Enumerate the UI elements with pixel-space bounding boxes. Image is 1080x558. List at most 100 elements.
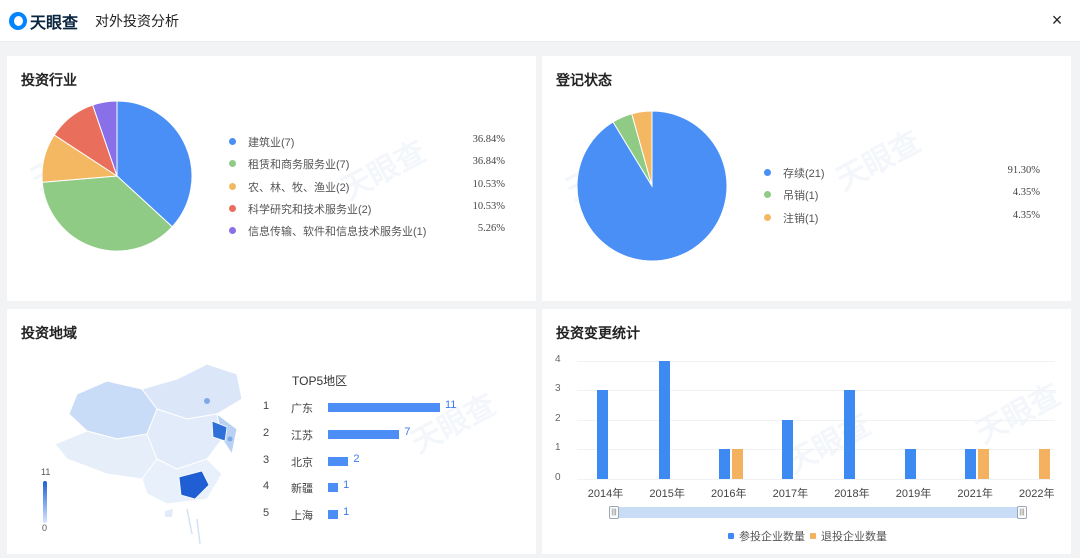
rank-bar <box>328 510 339 520</box>
x-tick-label: 2019年 <box>895 488 932 500</box>
rank-number: 1 <box>263 400 270 412</box>
bar-withdraw[interactable] <box>1038 449 1050 479</box>
map-color-scale[interactable] <box>43 481 47 523</box>
watermark: 天眼查 <box>406 388 502 460</box>
legend-percent: 10.53% <box>472 178 505 190</box>
x-tick-label: 2021年 <box>957 488 993 500</box>
legend-dot <box>229 227 236 235</box>
bar-invest[interactable] <box>905 449 917 479</box>
y-tick-label: 0 <box>555 472 561 483</box>
map-region-beijing <box>204 398 210 404</box>
rank-value: 1 <box>343 479 350 492</box>
bar-withdraw[interactable] <box>978 449 990 479</box>
rank-value: 2 <box>353 452 360 465</box>
legend-percent: 91.30% <box>1007 165 1040 176</box>
y-tick-label: 2 <box>555 412 561 424</box>
region-title: 投资地域 <box>21 325 77 341</box>
page-title: 对外投资分析 <box>95 13 179 29</box>
status-title: 登记状态 <box>556 72 612 88</box>
industry-pie-chart <box>42 101 193 252</box>
status-pie-chart <box>577 111 728 262</box>
bar-invest[interactable] <box>965 449 977 479</box>
rank-number: 3 <box>263 453 270 466</box>
rank-number: 2 <box>263 426 270 439</box>
legend-item[interactable]: 科学研究和技术服务业(2) 10.53% <box>229 200 505 216</box>
logo: 天眼查 <box>9 9 78 33</box>
map-scale-min: 0 <box>42 523 48 533</box>
legend-invest[interactable]: 参投企业数量 <box>728 528 805 544</box>
rank-region-name: 广东 <box>291 403 313 415</box>
rank-bar <box>328 429 400 439</box>
grid-line <box>577 390 1055 392</box>
legend-dot <box>764 191 771 199</box>
close-icon[interactable]: × <box>1046 9 1068 31</box>
legend-item[interactable]: 信息传输、软件和信息技术服务业(1) 5.26% <box>229 222 505 238</box>
slider-handle-right[interactable]: ||| <box>1017 506 1027 519</box>
legend-invest-marker <box>728 533 734 539</box>
y-tick-label: 3 <box>555 383 561 395</box>
legend-dot <box>764 169 771 176</box>
grid-line <box>577 479 1055 480</box>
legend-label: 科学研究和技术服务业(2) <box>248 203 372 216</box>
legend-item[interactable]: 存续(21) 91.30% <box>764 164 1040 180</box>
rank-value: 11 <box>445 399 457 411</box>
status-card: 天眼查 天眼查 登记状态 存续(21)91.30%吊销(1)4.35%注销(1)… <box>542 56 1071 301</box>
rank-bar <box>328 456 349 466</box>
rank-region-name: 新疆 <box>291 483 313 496</box>
grid-line <box>577 360 1055 362</box>
legend-label: 存续(21) <box>783 168 825 180</box>
legend-label: 信息传输、软件和信息技术服务业(1) <box>248 226 427 239</box>
y-tick-label: 1 <box>555 442 561 454</box>
rank-bar <box>328 483 339 493</box>
legend-invest-label: 参投企业数量 <box>739 531 805 543</box>
rank-region-name: 北京 <box>291 456 313 469</box>
changes-title: 投资变更统计 <box>556 325 640 341</box>
legend-dot <box>229 182 236 190</box>
rank-number: 4 <box>263 480 270 493</box>
map-region-shanghai <box>227 436 233 442</box>
slider-handle-left[interactable]: ||| <box>609 506 619 519</box>
bar-invest[interactable] <box>719 449 730 479</box>
legend-item[interactable]: 建筑业(7) 36.84% <box>229 133 505 149</box>
bar-invest[interactable] <box>782 419 794 479</box>
x-tick-label: 2016年 <box>711 488 747 500</box>
rank-value: 1 <box>343 506 350 519</box>
legend-dot <box>764 213 771 221</box>
rank-region-name: 江苏 <box>291 429 313 442</box>
legend-label: 注销(1) <box>783 212 819 225</box>
top-bar: 天眼查 对外投资分析 × <box>0 0 1080 42</box>
x-tick-label: 2022年 <box>1019 488 1055 500</box>
legend-dot <box>229 204 236 212</box>
bar-withdraw[interactable] <box>732 449 743 479</box>
legend-item[interactable]: 农、林、牧、渔业(2) 10.53% <box>229 178 505 194</box>
bar-invest[interactable] <box>597 390 609 479</box>
legend-withdraw[interactable]: 退投企业数量 <box>810 528 887 544</box>
data-zoom-slider[interactable]: ||| ||| <box>609 506 1027 519</box>
logo-icon <box>9 12 27 30</box>
x-tick-label: 2017年 <box>772 488 809 500</box>
bar-invest[interactable] <box>843 390 855 479</box>
legend-label: 吊销(1) <box>783 190 819 203</box>
legend-percent: 10.53% <box>472 200 505 212</box>
legend-item[interactable]: 注销(1) 4.35% <box>764 209 1040 225</box>
legend-label: 建筑业(7) <box>248 137 295 149</box>
legend-dot <box>229 160 236 168</box>
map-island-hainan <box>165 509 173 517</box>
x-tick-label: 2014年 <box>587 488 624 500</box>
map-south-sea-line <box>186 508 201 545</box>
legend-withdraw-marker <box>810 533 816 539</box>
legend-item[interactable]: 吊销(1) 4.35% <box>764 186 1040 202</box>
y-tick-label: 4 <box>555 353 561 365</box>
x-tick-label: 2018年 <box>834 488 870 500</box>
changes-card: 天眼查 天眼查 投资变更统计 0 1 2 3 4 2014年 2015年 2016年 2017年… <box>542 309 1071 554</box>
logo-text: 天眼查 <box>30 15 79 32</box>
rank-bar <box>328 403 440 412</box>
top5-title: TOP5地区 <box>292 374 348 388</box>
legend-percent: 4.35% <box>1012 187 1040 199</box>
map-scale-max: 11 <box>41 467 51 477</box>
legend-dot <box>229 138 236 145</box>
bar-invest[interactable] <box>658 360 670 479</box>
legend-item[interactable]: 租赁和商务服务业(7) 36.84% <box>229 155 505 171</box>
legend-percent: 36.84% <box>472 156 505 168</box>
china-map <box>54 363 243 545</box>
